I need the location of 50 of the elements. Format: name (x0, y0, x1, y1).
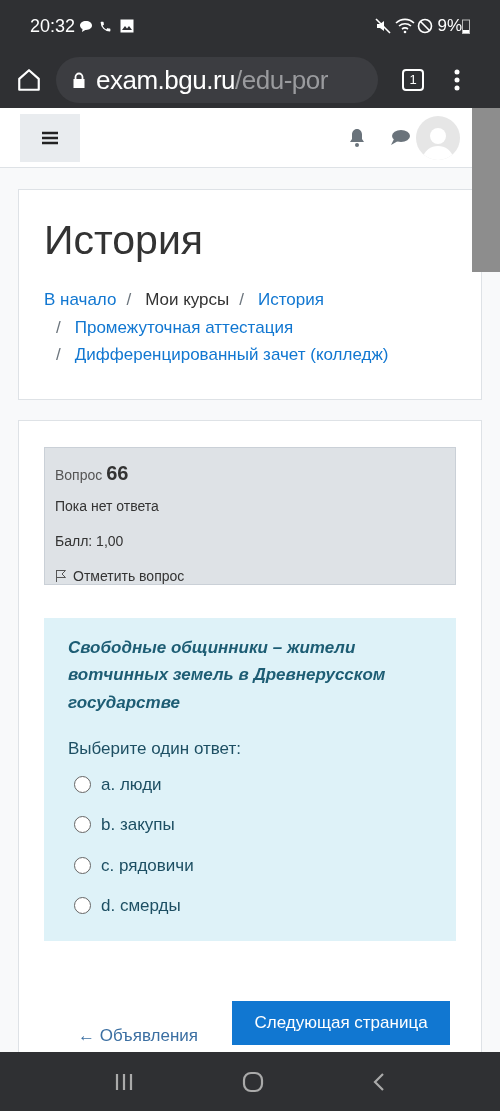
more-menu-icon[interactable] (454, 69, 460, 91)
breadcrumb-separator: / (126, 289, 132, 311)
breadcrumb-separator: / (56, 344, 61, 366)
radio-button[interactable] (74, 775, 91, 793)
mute-icon (375, 18, 392, 34)
url-text: exam.bgu.ru/edu-por (96, 63, 328, 97)
question-number: Вопрос 66 (55, 460, 130, 486)
chat-icon (79, 19, 94, 33)
clock: 20:32 (30, 14, 76, 38)
home-button-icon[interactable] (242, 1070, 264, 1093)
answer-option[interactable]: b. закупы (101, 812, 175, 838)
answer-option[interactable]: a. люди (101, 771, 162, 797)
breadcrumb-link[interactable]: Дифференцированный зачет (колледж) (74, 341, 389, 369)
answer-status: Пока нет ответа (55, 496, 160, 516)
back-icon[interactable] (372, 1071, 386, 1092)
home-icon[interactable] (16, 67, 42, 93)
answer-option[interactable]: d. смерды (101, 893, 181, 919)
radio-button[interactable] (74, 856, 91, 874)
blocked-icon (417, 18, 434, 34)
breadcrumb-separator: / (56, 316, 61, 339)
answer-prompt: Выберите один ответ: (68, 738, 242, 760)
tab-count-button[interactable]: 1 (402, 69, 424, 91)
radio-button[interactable] (74, 816, 91, 834)
answer-option[interactable]: c. рядовичи (101, 852, 194, 878)
breadcrumb-item: Мои курсы (145, 289, 230, 311)
image-icon (120, 19, 135, 33)
next-page-button[interactable]: Следующая страница (232, 1000, 451, 1045)
chat-icon[interactable] (390, 128, 410, 147)
battery-percent: 9% (437, 15, 462, 38)
recent-apps-icon[interactable] (114, 1072, 134, 1091)
question-text: Свободные общинники – жители вотчинных земель в Древнерусском государстве (68, 636, 387, 714)
breadcrumb-link[interactable]: В начало (44, 286, 117, 314)
grade-text: Балл: 1,00 (55, 531, 125, 551)
flag-icon (55, 569, 67, 583)
bell-icon[interactable] (348, 127, 366, 148)
breadcrumb-link[interactable]: Промежуточная аттестация (74, 313, 294, 341)
radio-button[interactable] (74, 897, 91, 915)
lock-icon (72, 71, 86, 89)
breadcrumb-link[interactable]: История (258, 286, 324, 314)
address-bar[interactable]: exam.bgu.ru/edu-por (56, 57, 378, 103)
flag-question-link[interactable]: Отметить вопрос (55, 565, 445, 587)
phone-icon (99, 19, 113, 33)
breadcrumb-separator: / (239, 289, 245, 311)
menu-button[interactable] (20, 113, 80, 162)
page-title: История (44, 216, 204, 265)
battery-icon (462, 18, 470, 34)
scrollbar-thumb[interactable] (472, 108, 500, 272)
wifi-icon (395, 18, 416, 34)
menu-icon (41, 130, 59, 145)
previous-link[interactable]: ← Объявления (78, 1022, 199, 1048)
